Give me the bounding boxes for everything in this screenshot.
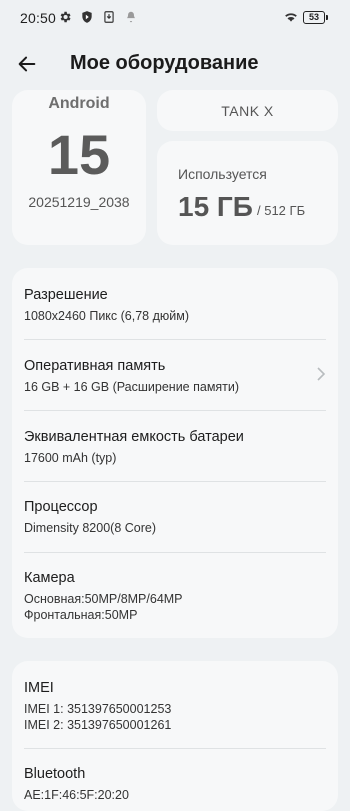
storage-used: 15 ГБ bbox=[178, 191, 253, 222]
list-item-ram[interactable]: Оперативная память 16 GB + 16 GB (Расшир… bbox=[12, 340, 338, 410]
android-label: Android bbox=[48, 95, 110, 112]
resolution-value: 1080x2460 Пикс (6,78 дюйм) bbox=[24, 309, 190, 323]
bluetooth-title: Bluetooth bbox=[24, 766, 86, 782]
bluetooth-value: AE:1F:46:5F:20:20 bbox=[24, 788, 129, 802]
ram-value: 16 GB + 16 GB (Расширение памяти) bbox=[24, 380, 240, 394]
build-number: 20251219_2038 bbox=[28, 194, 130, 210]
notification-icon bbox=[124, 10, 138, 24]
imei-value: IMEI 1: 351397650001253 IMEI 2: 35139765… bbox=[24, 702, 172, 732]
resolution-title: Разрешение bbox=[24, 287, 108, 303]
battery-value: 17600 mAh (typ) bbox=[24, 451, 117, 465]
identifiers-list: IMEI IMEI 1: 351397650001253 IMEI 2: 351… bbox=[12, 661, 338, 811]
status-bar: 20:50 53 bbox=[0, 0, 350, 34]
ram-title: Оперативная память bbox=[24, 358, 166, 374]
specs-list: Разрешение 1080x2460 Пикс (6,78 дюйм) Оп… bbox=[12, 268, 338, 638]
download-icon bbox=[102, 10, 116, 24]
list-item-resolution: Разрешение 1080x2460 Пикс (6,78 дюйм) bbox=[12, 268, 338, 338]
list-item-imei[interactable]: IMEI IMEI 1: 351397650001253 IMEI 2: 351… bbox=[12, 661, 338, 747]
imei-title: IMEI bbox=[24, 680, 54, 696]
storage-label: Используется bbox=[178, 166, 267, 182]
device-model-card[interactable]: TANK X bbox=[157, 90, 338, 131]
processor-title: Процессор bbox=[24, 499, 98, 515]
gear-icon bbox=[58, 10, 72, 24]
list-item-processor: Процессор Dimensity 8200(8 Core) bbox=[12, 482, 338, 552]
list-item-bluetooth[interactable]: Bluetooth AE:1F:46:5F:20:20 bbox=[12, 749, 338, 811]
back-arrow-icon[interactable] bbox=[16, 53, 38, 75]
android-version: 15 bbox=[47, 123, 111, 186]
shield-icon bbox=[80, 10, 94, 24]
battery-indicator: 53 bbox=[303, 11, 328, 24]
camera-title: Камера bbox=[24, 570, 75, 586]
device-model: TANK X bbox=[221, 103, 274, 119]
app-bar: Мое оборудование bbox=[0, 44, 350, 84]
chevron-right-icon bbox=[316, 367, 326, 381]
page-title: Мое оборудование bbox=[70, 52, 259, 74]
camera-value: Основная:50MP/8MP/64MP Фронтальная:50MP bbox=[24, 592, 183, 622]
list-item-battery: Эквивалентная емкость батареи 17600 mAh … bbox=[12, 411, 338, 481]
android-version-card[interactable]: Android 15 20251219_2038 bbox=[12, 90, 146, 245]
wifi-icon bbox=[283, 10, 299, 24]
processor-value: Dimensity 8200(8 Core) bbox=[24, 521, 156, 535]
list-item-camera: Камера Основная:50MP/8MP/64MP Фронтальна… bbox=[12, 553, 338, 638]
storage-total: / 512 ГБ bbox=[257, 203, 306, 218]
storage-card[interactable]: Используется 15 ГБ / 512 ГБ bbox=[157, 141, 338, 245]
battery-title: Эквивалентная емкость батареи bbox=[24, 429, 244, 445]
status-time: 20:50 bbox=[20, 10, 57, 26]
